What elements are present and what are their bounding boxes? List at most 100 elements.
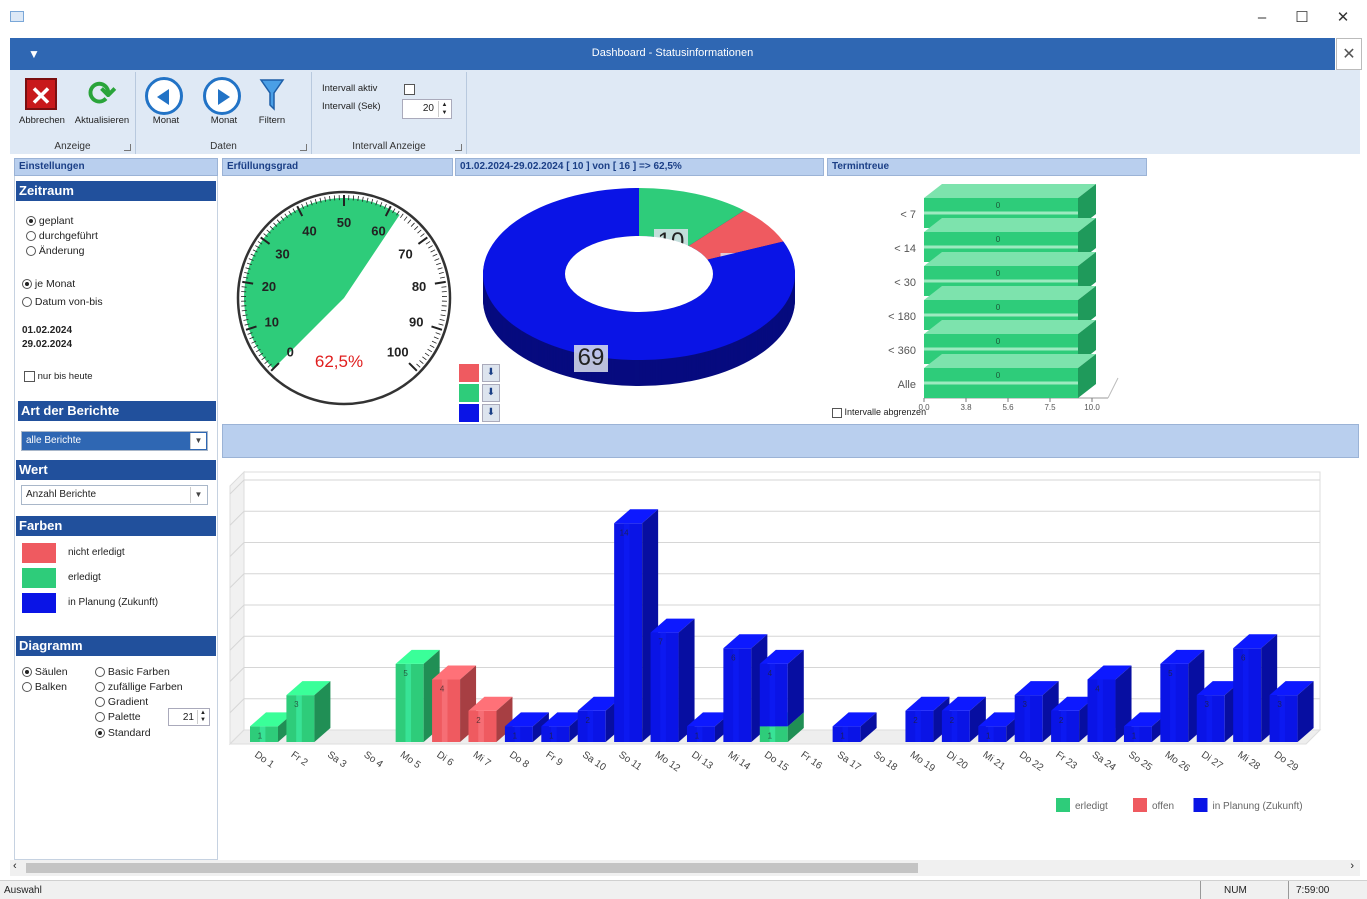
- spin-arrows-icon[interactable]: ▲ ▼: [197, 710, 208, 724]
- chevron-down-icon[interactable]: ▼: [190, 433, 206, 449]
- radio-durchgefuehrt[interactable]: durchgeführt: [26, 230, 98, 242]
- termin-bar-top: [924, 252, 1096, 266]
- termin-bar-value: 0: [996, 337, 1001, 346]
- legend-swatch: [1133, 798, 1147, 812]
- sort-down-arrow-icon[interactable]: ⬇: [482, 404, 500, 422]
- wert-select[interactable]: Anzahl Berichte ▼: [21, 485, 208, 505]
- date-from: 01.02.2024: [22, 325, 73, 336]
- termin-bar-highlight: [924, 347, 1078, 351]
- bar-value-label: 5: [1168, 669, 1173, 678]
- palette-stepper[interactable]: 21 ▲ ▼: [168, 708, 210, 726]
- radio-je-monat[interactable]: je Monat: [22, 278, 75, 290]
- x-tick-label: Mi 7: [471, 749, 493, 769]
- termin-bar-value: 0: [996, 235, 1001, 244]
- intervall-aktiv-checkbox[interactable]: [404, 84, 415, 95]
- x-tick-label: Sa 24: [1090, 749, 1118, 773]
- x-tick-label: Di 13: [689, 749, 715, 772]
- einstellungen-header: Einstellungen: [14, 158, 218, 176]
- zeitraum-header: Zeitraum: [16, 181, 216, 201]
- radio-standard[interactable]: Standard: [95, 727, 151, 739]
- scroll-right-icon[interactable]: ›: [1350, 860, 1354, 872]
- termin-bar-highlight: [924, 381, 1078, 385]
- donut-legend-swatch[interactable]: [459, 384, 479, 402]
- radio-saeulen[interactable]: Säulen: [22, 666, 68, 678]
- abbrechen-label: Abbrechen: [19, 115, 65, 126]
- radio-basic-farben[interactable]: Basic Farben: [95, 666, 170, 678]
- x-tick-label: Mo 12: [653, 749, 682, 774]
- period-header: 01.02.2024-29.02.2024 [ 10 ] von [ 16 ] …: [455, 158, 824, 176]
- donut-legend-swatch[interactable]: [459, 404, 479, 422]
- radio-balken[interactable]: Balken: [22, 681, 67, 693]
- radio-geplant[interactable]: geplant: [26, 215, 73, 227]
- scroll-left-icon[interactable]: ‹: [13, 860, 17, 872]
- maximize-button[interactable]: ☐: [1287, 7, 1317, 29]
- previous-month-button[interactable]: Monat: [136, 74, 196, 130]
- dashboard-header: ▼ Dashboard - Statusinformationen: [10, 38, 1335, 70]
- horizontal-scrollbar[interactable]: ‹ ›: [10, 860, 1360, 876]
- termin-x-tick-label: 5.6: [1002, 403, 1014, 412]
- spin-arrows-icon[interactable]: ▲ ▼: [438, 101, 450, 117]
- app-icon: [10, 11, 24, 22]
- x-tick-label: So 18: [871, 749, 899, 773]
- color-swatch[interactable]: [22, 543, 56, 563]
- x-tick-label: Di 6: [434, 749, 455, 768]
- intervall-stepper[interactable]: 20 ▲ ▼: [402, 99, 452, 119]
- color-swatch[interactable]: [22, 568, 56, 588]
- scrollbar-thumb[interactable]: [26, 863, 918, 873]
- filtern-label: Filtern: [258, 115, 286, 126]
- sort-down-arrow-icon[interactable]: ⬇: [482, 384, 500, 402]
- aktualisieren-button[interactable]: ⟳ Aktualisieren: [72, 74, 132, 130]
- bar-value-label: 6: [731, 653, 736, 662]
- intervall-sek-label: Intervall (Sek): [322, 101, 381, 112]
- gauge-tick-label: 90: [409, 314, 423, 329]
- intervall-value: 20: [422, 103, 434, 114]
- group-label-anzeige: Anzeige: [54, 141, 91, 152]
- bar-value-label: 1: [513, 731, 518, 740]
- dialog-launcher-icon[interactable]: [300, 144, 307, 151]
- wert-header: Wert: [16, 460, 216, 480]
- aktualisieren-label: Aktualisieren: [74, 115, 130, 126]
- color-swatch[interactable]: [22, 593, 56, 613]
- window-close-button[interactable]: ✕: [1328, 7, 1358, 29]
- date-to: 29.02.2024: [22, 339, 73, 350]
- filtern-button[interactable]: Filtern: [242, 74, 302, 130]
- radio-palette[interactable]: Palette: [95, 711, 141, 723]
- arrow-left-icon: [145, 77, 183, 115]
- bar-value-label: 14: [620, 528, 629, 537]
- radio-gradient[interactable]: Gradient: [95, 696, 148, 708]
- sort-down-arrow-icon[interactable]: ⬇: [482, 364, 500, 382]
- radio-datum-von-bis[interactable]: Datum von-bis: [22, 296, 103, 308]
- diagramm-header: Diagramm: [16, 636, 216, 656]
- ribbon-group-daten: Monat Monat Filtern Daten: [136, 72, 312, 154]
- dialog-launcher-icon[interactable]: [124, 144, 131, 151]
- dashboard-close-button[interactable]: ✕: [1336, 38, 1362, 70]
- bar-value-label: 1: [986, 731, 991, 740]
- gauge-tick: [441, 286, 447, 288]
- termin-bar-top: [924, 184, 1096, 198]
- ribbon-group-anzeige: ✕ Abbrechen ⟳ Aktualisieren Anzeige: [10, 72, 136, 154]
- termin-bar-top: [924, 320, 1096, 334]
- x-tick-label: Di 27: [1199, 749, 1225, 772]
- radio-aenderung[interactable]: Änderung: [26, 245, 84, 257]
- num-lock-indicator: NUM: [1224, 885, 1247, 896]
- minimize-button[interactable]: –: [1247, 7, 1277, 29]
- erfuellungsgrad-header: Erfüllungsgrad: [222, 158, 453, 176]
- berichte-select-value: alle Berichte: [26, 435, 82, 446]
- berichte-select[interactable]: alle Berichte ▼: [21, 431, 208, 451]
- gauge-tick-label: 70: [398, 246, 412, 261]
- x-tick-label: Mo 19: [908, 749, 937, 774]
- abbrechen-button[interactable]: ✕ Abbrechen: [12, 74, 72, 130]
- x-tick-label: Do 22: [1017, 749, 1046, 774]
- donut-slice-label: 69: [578, 344, 605, 371]
- legend-label: erledigt: [1075, 801, 1108, 812]
- nur-bis-heute-checkbox[interactable]: nur bis heute: [24, 371, 93, 382]
- termin-bar-value: 0: [996, 269, 1001, 278]
- dialog-launcher-icon[interactable]: [455, 144, 462, 151]
- radio-zufaellige-farben[interactable]: zufällige Farben: [95, 681, 183, 693]
- x-tick-label: Sa 10: [580, 749, 608, 773]
- intervalle-abgrenzen-checkbox[interactable]: Intervalle abgrenzen: [832, 407, 926, 418]
- cancel-x-icon: ✕: [25, 78, 57, 111]
- chevron-down-icon[interactable]: ▼: [190, 487, 206, 503]
- gauge-tick-label: 40: [302, 223, 316, 238]
- donut-legend-swatch[interactable]: [459, 364, 479, 382]
